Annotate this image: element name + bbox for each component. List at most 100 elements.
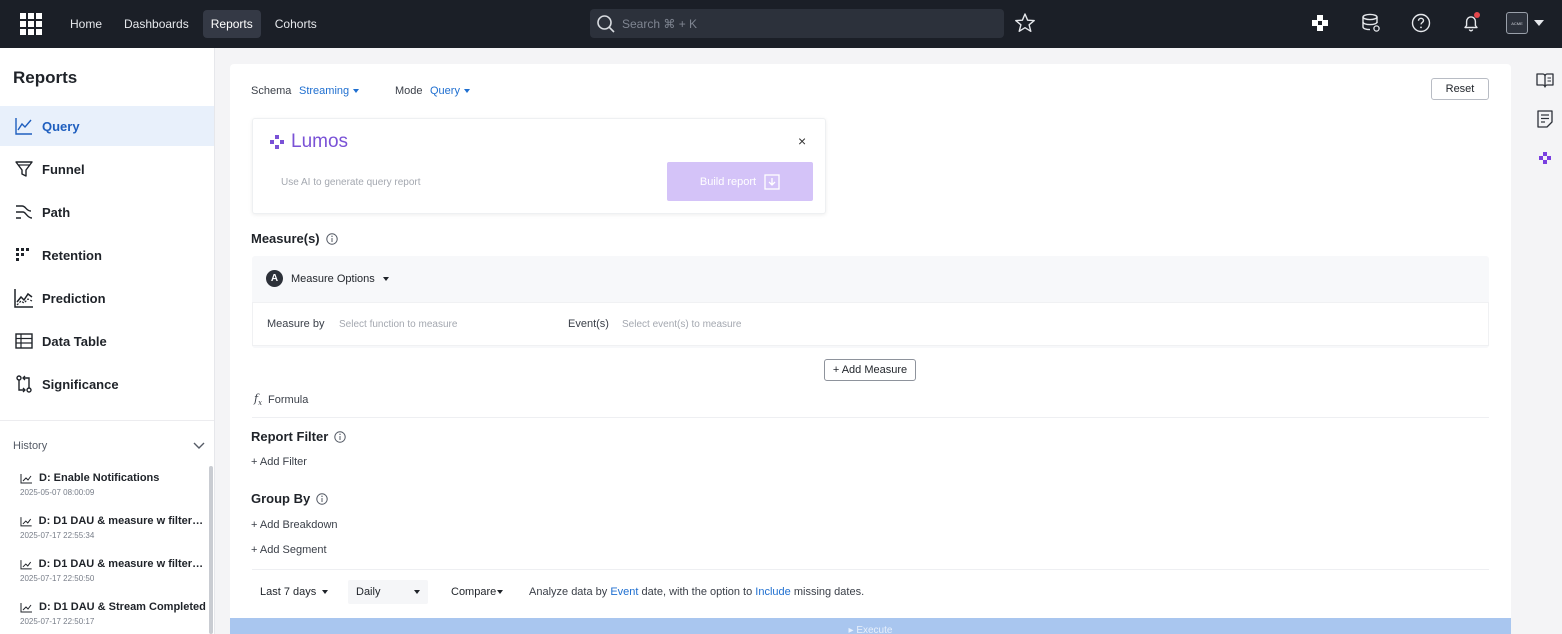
avatar[interactable]: ACME xyxy=(1506,12,1528,34)
download-arrow-icon xyxy=(764,173,780,190)
hint-text: Analyze data by xyxy=(529,586,608,598)
sidebar-item-significance[interactable]: Significance xyxy=(0,364,214,404)
history-item[interactable]: D: D1 DAU & measure w filter o... 2025-0… xyxy=(20,558,206,583)
lumos-brand: Lumos xyxy=(269,131,348,153)
history-scrollbar[interactable] xyxy=(209,466,213,634)
events-select[interactable] xyxy=(614,307,828,341)
database-settings-icon[interactable] xyxy=(1360,12,1382,34)
sidebar-item-path[interactable]: Path xyxy=(0,192,214,232)
compare-label: Compare xyxy=(451,586,497,598)
build-report-button[interactable]: Build report xyxy=(667,162,813,201)
favorite-star-icon[interactable] xyxy=(1014,12,1036,34)
history-item[interactable]: D: D1 DAU & Stream Completed 2025-07-17 … xyxy=(20,601,206,626)
granularity-value: Daily xyxy=(356,586,381,598)
measure-card: A Measure Options Measure by Event(s) xyxy=(252,256,1489,348)
divider xyxy=(252,569,1489,570)
formula-button[interactable]: fx Formula xyxy=(254,392,308,407)
docs-book-icon[interactable] xyxy=(1535,70,1555,90)
measure-function-select[interactable] xyxy=(331,307,551,341)
nav-dashboards[interactable]: Dashboards xyxy=(116,10,197,38)
history-item[interactable]: D: D1 DAU & measure w filter o... 2025-0… xyxy=(20,515,206,540)
history-item-name: D: Enable Notifications xyxy=(39,472,160,484)
line-chart-icon xyxy=(20,602,32,612)
compare-select[interactable]: Compare xyxy=(443,580,511,604)
sidebar-item-label: Funnel xyxy=(42,161,85,177)
sidebar-item-funnel[interactable]: Funnel xyxy=(0,149,214,189)
info-icon[interactable] xyxy=(325,232,338,245)
lumos-ai-panel: Lumos × Build report xyxy=(252,118,826,214)
prediction-chart-icon xyxy=(14,289,33,308)
account-menu[interactable]: ACME xyxy=(1506,12,1544,34)
lumos-sparkle-icon xyxy=(270,135,284,149)
history-label: History xyxy=(13,440,48,452)
history-item-name: D: D1 DAU & Stream Completed xyxy=(39,601,206,613)
significance-icon xyxy=(16,375,32,393)
lumos-sparkle-icon[interactable] xyxy=(1309,12,1331,34)
events-label: Event(s) xyxy=(568,318,609,330)
date-range-select[interactable]: Last 7 days xyxy=(252,580,336,604)
sidebar-item-query[interactable]: Query xyxy=(0,106,214,146)
nav-home[interactable]: Home xyxy=(62,10,110,38)
retention-grid-icon xyxy=(16,248,29,261)
mode-dropdown[interactable]: Query xyxy=(430,85,470,97)
nav-cohorts[interactable]: Cohorts xyxy=(267,10,325,38)
sidebar-item-data-table[interactable]: Data Table xyxy=(0,321,214,361)
mode-value: Query xyxy=(430,85,460,97)
divider xyxy=(252,417,1489,418)
close-icon[interactable]: × xyxy=(798,133,806,149)
measure-options-dropdown[interactable]: A Measure Options xyxy=(266,270,389,287)
line-chart-icon xyxy=(20,559,32,569)
info-icon[interactable] xyxy=(334,430,346,443)
include-missing-link[interactable]: Include xyxy=(755,586,790,598)
sidebar-item-label: Query xyxy=(42,118,80,134)
add-breakdown-button[interactable]: + Add Breakdown xyxy=(251,519,338,531)
sidebar-item-retention[interactable]: Retention xyxy=(0,235,214,275)
sidebar-item-label: Data Table xyxy=(42,333,107,349)
chevron-down-icon[interactable] xyxy=(1534,20,1544,26)
main-nav: Home Dashboards Reports Cohorts xyxy=(62,10,325,38)
info-icon[interactable] xyxy=(316,492,328,505)
chevron-down-icon[interactable] xyxy=(193,442,205,450)
path-icon xyxy=(16,205,33,219)
chevron-down-icon xyxy=(414,590,420,594)
top-navigation-bar: Home Dashboards Reports Cohorts ACME xyxy=(0,0,1562,48)
chevron-down-icon xyxy=(463,89,470,93)
line-chart-icon xyxy=(15,118,32,135)
sidebar-item-prediction[interactable]: Prediction xyxy=(0,278,214,318)
nav-reports[interactable]: Reports xyxy=(202,10,261,38)
add-segment-button[interactable]: + Add Segment xyxy=(251,544,327,556)
global-search[interactable] xyxy=(590,9,1004,38)
sidebar-item-label: Prediction xyxy=(42,290,106,306)
chevron-down-icon xyxy=(497,590,503,594)
granularity-select[interactable]: Daily xyxy=(348,580,428,604)
report-filter-title: Report Filter xyxy=(251,429,329,444)
measures-title: Measure(s) xyxy=(251,231,320,246)
notes-icon[interactable] xyxy=(1535,109,1555,129)
history-header[interactable]: History xyxy=(13,440,205,452)
chevron-down-icon xyxy=(382,276,389,281)
reports-sidebar: Reports Query Funnel Path Retention Pred… xyxy=(0,48,215,634)
measure-row: Measure by Event(s) xyxy=(252,302,1489,346)
query-builder-panel: Schema Streaming Mode Query Reset Lumos … xyxy=(230,64,1511,634)
add-filter-button[interactable]: + Add Filter xyxy=(251,456,307,468)
search-icon xyxy=(597,14,615,33)
help-icon[interactable] xyxy=(1410,12,1432,34)
search-input[interactable] xyxy=(622,16,982,31)
schema-dropdown[interactable]: Streaming xyxy=(299,85,360,97)
line-chart-icon xyxy=(20,516,32,526)
add-measure-button[interactable]: + Add Measure xyxy=(824,359,916,381)
reset-button[interactable]: Reset xyxy=(1431,78,1489,100)
ai-prompt-input[interactable] xyxy=(269,163,667,201)
history-item[interactable]: D: Enable Notifications 2025-05-07 08:00… xyxy=(20,472,206,497)
execute-button[interactable]: ▸ Execute xyxy=(230,618,1511,634)
time-controls: Last 7 days Daily Compare Analyze data b… xyxy=(252,576,1489,608)
schema-label: Schema xyxy=(251,85,292,97)
date-hint: Analyze data by Event date, with the opt… xyxy=(529,586,864,598)
lumos-sparkle-icon[interactable] xyxy=(1535,148,1555,168)
history-item-date: 2025-07-17 22:50:17 xyxy=(20,617,95,626)
history-item-date: 2025-07-17 22:55:34 xyxy=(20,531,95,540)
app-logo-icon[interactable] xyxy=(20,13,42,35)
measure-options-label: Measure Options xyxy=(291,272,375,285)
event-date-link[interactable]: Event xyxy=(610,586,638,598)
notification-dot xyxy=(1474,12,1480,18)
